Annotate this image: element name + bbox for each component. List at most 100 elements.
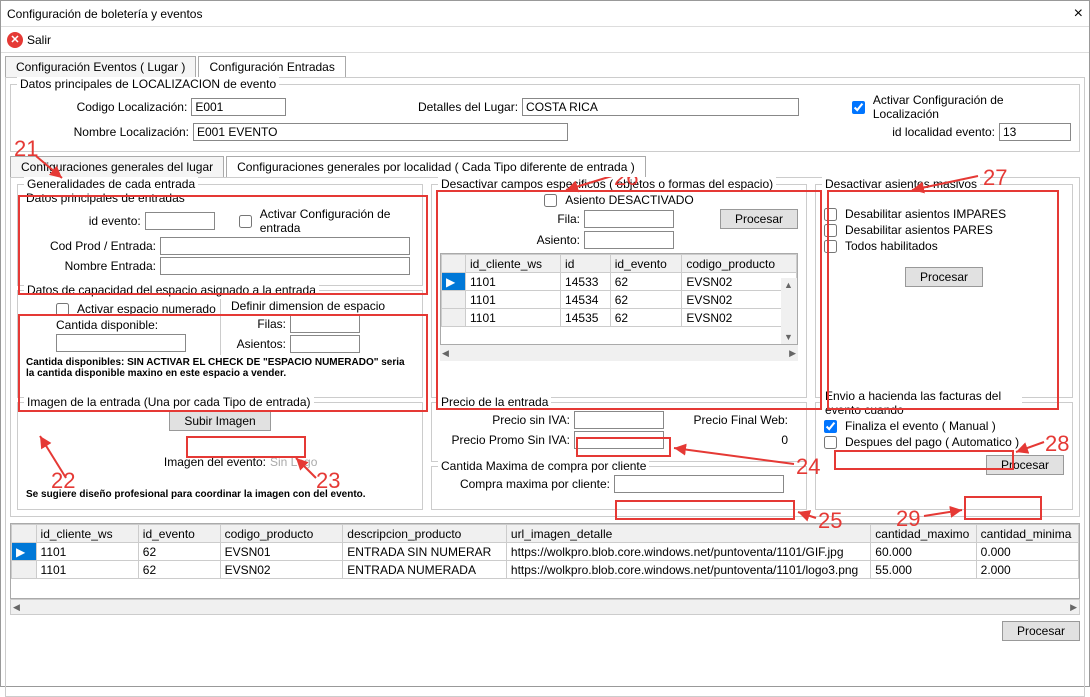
nombre-entrada-label: Nombre Entrada: <box>26 259 156 273</box>
filas-input[interactable] <box>290 315 360 333</box>
activar-loc-label: Activar Configuración de Localización <box>873 93 1071 121</box>
bcol-desc[interactable]: descripcion_producto <box>343 525 507 543</box>
subtab-generales-lugar[interactable]: Configuraciones generales del lugar <box>10 156 224 177</box>
table-row[interactable]: 11011453562EVSN02 <box>442 309 797 327</box>
tab-config-entradas[interactable]: Configuración Entradas <box>198 56 345 77</box>
bcol-max[interactable]: cantidad_maximo <box>871 525 976 543</box>
compra-legend: Cantida Maxima de compra por cliente <box>438 459 649 473</box>
asiento-desact-label: Asiento DESACTIVADO <box>565 193 693 207</box>
subtab-generales-localidad[interactable]: Configuraciones generales por localidad … <box>226 156 646 177</box>
finaliza-checkbox[interactable] <box>824 420 837 433</box>
bottom-scrollbar-h[interactable] <box>10 599 1080 615</box>
fila-label: Fila: <box>440 212 580 226</box>
subir-imagen-button[interactable]: Subir Imagen <box>169 411 270 431</box>
sub-tabs: Configuraciones generales del lugar Conf… <box>10 156 1080 177</box>
asiento-label: Asiento: <box>440 233 580 247</box>
bcol-codigo[interactable]: codigo_producto <box>220 525 343 543</box>
col-id-evento[interactable]: id_evento <box>610 255 682 273</box>
pares-label: Desabilitar asientos PARES <box>845 223 993 237</box>
procesar-desact-button[interactable]: Procesar <box>720 209 798 229</box>
codigo-loc-label: Codigo Localización: <box>19 100 187 114</box>
imagen-evento-value: Sin Logo <box>270 455 317 469</box>
col-id-cliente[interactable]: id_cliente_ws <box>466 255 561 273</box>
table-row[interactable]: ▶ 11011453362EVSN02 <box>442 273 797 291</box>
imagen-group: Imagen de la entrada (Una por cada Tipo … <box>17 402 423 510</box>
titlebar: Configuración de boletería y eventos × <box>1 1 1089 27</box>
detalles-label: Detalles del Lugar: <box>290 100 518 114</box>
cantidad-label: Cantida disponible: <box>56 318 158 332</box>
bottom-grid[interactable]: id_cliente_ws id_evento codigo_producto … <box>10 523 1080 599</box>
nombre-entrada-input[interactable] <box>160 257 410 275</box>
id-evento-input[interactable] <box>145 212 215 230</box>
capacidad-legend: Datos de capacidad del espacio asignado … <box>24 283 319 297</box>
todos-checkbox[interactable] <box>824 240 837 253</box>
precio-promo-input[interactable] <box>574 431 664 449</box>
left-column: Generalidades de cada entrada Datos prin… <box>15 182 425 512</box>
bcol-id-cliente[interactable]: id_cliente_ws <box>36 525 138 543</box>
filas-label: Filas: <box>231 317 286 331</box>
capacidad-nota: Cantida disponibles: SIN ACTIVAR EL CHEC… <box>26 357 414 379</box>
id-evento-label: id evento: <box>26 214 141 228</box>
nombre-loc-input[interactable] <box>193 123 568 141</box>
masivo-group: Desactivar asientos masivos Desabilitar … <box>815 184 1073 398</box>
col-codigo-prod[interactable]: codigo_producto <box>682 255 797 273</box>
nombre-loc-label: Nombre Localización: <box>19 125 189 139</box>
scrollbar-v[interactable] <box>781 278 797 344</box>
middle-column: Desactivar campos especificos ( objetos … <box>429 182 809 512</box>
precio-sin-iva-label: Precio sin IVA: <box>440 413 570 427</box>
asiento-desact-checkbox[interactable] <box>544 194 557 207</box>
impares-checkbox[interactable] <box>824 208 837 221</box>
close-icon[interactable]: × <box>1074 5 1083 23</box>
bcol-url[interactable]: url_imagen_detalle <box>506 525 870 543</box>
table-row[interactable]: ▶ 110162EVSN01ENTRADA SIN NUMERARhttps:/… <box>12 543 1079 561</box>
desactivar-group: Desactivar campos especificos ( objetos … <box>431 184 807 398</box>
id-local-input[interactable] <box>999 123 1071 141</box>
bcol-id-evento[interactable]: id_evento <box>138 525 220 543</box>
cod-prod-label: Cod Prod / Entrada: <box>26 239 156 253</box>
fila-input[interactable] <box>584 210 674 228</box>
exit-icon[interactable]: ✕ <box>7 32 23 48</box>
main-tabs: Configuración Eventos ( Lugar ) Configur… <box>5 56 1085 77</box>
table-row[interactable]: 110162EVSN02ENTRADA NUMERADAhttps://wolk… <box>12 561 1079 579</box>
col-id[interactable]: id <box>561 255 611 273</box>
desact-grid[interactable]: id_cliente_ws id id_evento codigo_produc… <box>440 253 798 345</box>
procesar-hacienda-button[interactable]: Procesar <box>986 455 1064 475</box>
codigo-loc-input[interactable] <box>191 98 286 116</box>
activar-entrada-label: Activar Configuración de entrada <box>260 207 414 235</box>
procesar-main-button[interactable]: Procesar <box>1002 621 1080 641</box>
todos-label: Todos habilitados <box>845 239 938 253</box>
toolbar: ✕ Salir <box>1 27 1089 53</box>
compra-max-input[interactable] <box>614 475 784 493</box>
asientos-input[interactable] <box>290 335 360 353</box>
imagen-legend: Imagen de la entrada (Una por cada Tipo … <box>24 395 314 409</box>
procesar-masivo-button[interactable]: Procesar <box>905 267 983 287</box>
window-title: Configuración de boletería y eventos <box>7 7 1074 21</box>
scrollbar-h[interactable] <box>440 345 798 361</box>
pares-checkbox[interactable] <box>824 224 837 237</box>
activar-entrada-checkbox[interactable] <box>239 215 252 228</box>
tab-config-eventos[interactable]: Configuración Eventos ( Lugar ) <box>5 56 196 77</box>
table-row[interactable]: 11011453462EVSN02 <box>442 291 797 309</box>
localizacion-legend: Datos principales de LOCALIZACION de eve… <box>17 77 279 91</box>
datos-principales-label: Datos principales de entradas <box>26 191 414 205</box>
activar-numerado-checkbox[interactable] <box>56 303 69 316</box>
cod-prod-input[interactable] <box>160 237 410 255</box>
imagen-nota: Se sugiere diseño profesional para coord… <box>26 489 414 500</box>
capacidad-group: Datos de capacidad del espacio asignado … <box>17 290 423 398</box>
precio-sin-iva-input[interactable] <box>574 411 664 429</box>
finaliza-label: Finaliza el evento ( Manual ) <box>845 419 996 433</box>
despues-checkbox[interactable] <box>824 436 837 449</box>
bcol-min[interactable]: cantidad_minima <box>976 525 1078 543</box>
dimension-label: Definir dimension de espacio <box>231 299 385 313</box>
activar-loc-checkbox[interactable] <box>852 101 865 114</box>
asiento-input[interactable] <box>584 231 674 249</box>
exit-button[interactable]: Salir <box>27 33 51 47</box>
localizacion-group: Datos principales de LOCALIZACION de eve… <box>10 84 1080 152</box>
generalidades-group: Generalidades de cada entrada Datos prin… <box>17 184 423 286</box>
detalles-input[interactable] <box>522 98 799 116</box>
precio-final-label: Precio Final Web: <box>668 413 788 427</box>
cantidad-input[interactable] <box>56 334 186 352</box>
precio-group: Precio de la entrada Precio sin IVA: Pre… <box>431 402 807 462</box>
impares-label: Desabilitar asientos IMPARES <box>845 207 1006 221</box>
generalidades-legend: Generalidades de cada entrada <box>24 177 198 191</box>
